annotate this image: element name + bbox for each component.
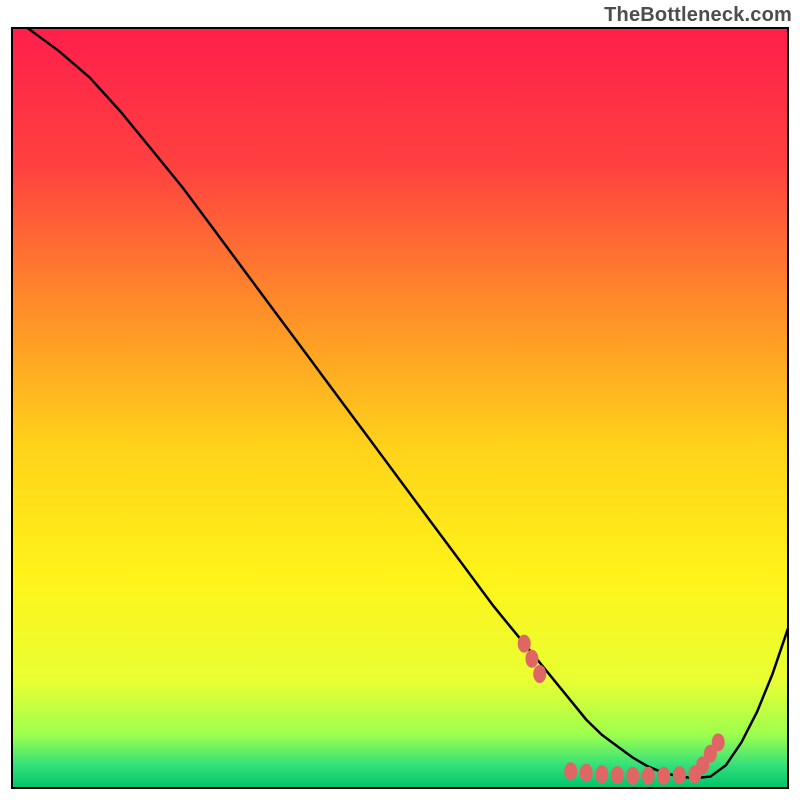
marker-point (595, 765, 608, 783)
chart-container: TheBottleneck.com (0, 0, 800, 800)
plot-background (12, 28, 788, 788)
marker-point (673, 766, 686, 784)
watermark-text: TheBottleneck.com (604, 4, 792, 27)
marker-point (642, 767, 655, 785)
marker-point (518, 635, 531, 653)
marker-point (657, 767, 670, 785)
marker-point (626, 767, 639, 785)
marker-point (564, 762, 577, 780)
marker-point (611, 766, 624, 784)
marker-point (533, 665, 546, 683)
marker-point (712, 733, 725, 751)
marker-point (580, 764, 593, 782)
bottleneck-chart (0, 0, 800, 800)
marker-point (525, 650, 538, 668)
